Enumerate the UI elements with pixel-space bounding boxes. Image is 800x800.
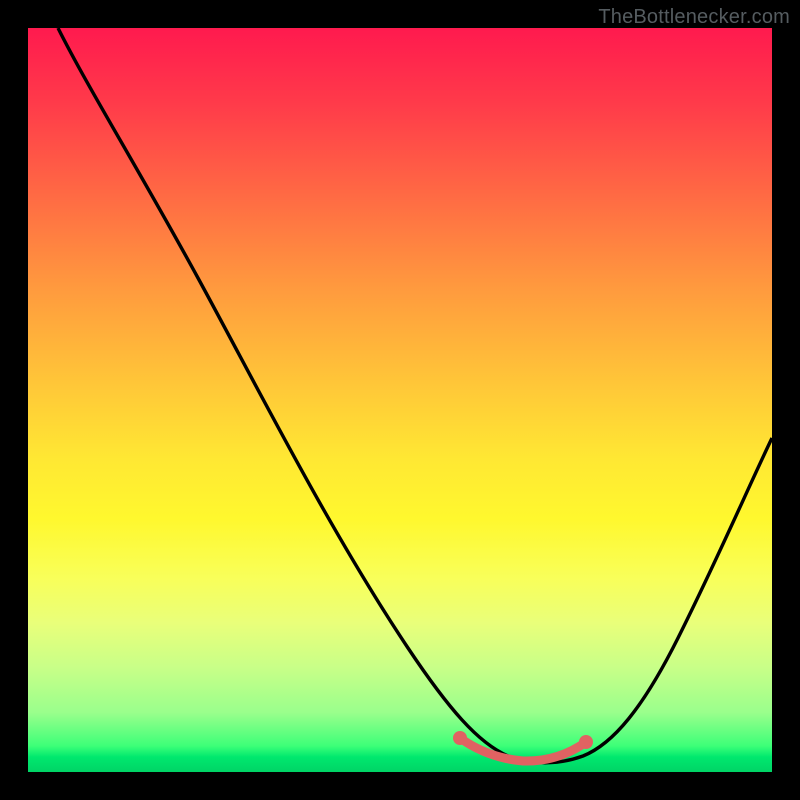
chart-frame: TheBottlenecker.com: [0, 0, 800, 800]
optimal-zone-end-dot: [579, 735, 593, 749]
curve-svg: [28, 28, 772, 772]
watermark-text: TheBottlenecker.com: [598, 6, 790, 29]
optimal-zone-band: [460, 738, 586, 761]
plot-gradient-area: [28, 28, 772, 772]
optimal-zone-start-dot: [453, 731, 467, 745]
bottleneck-curve: [58, 28, 772, 763]
